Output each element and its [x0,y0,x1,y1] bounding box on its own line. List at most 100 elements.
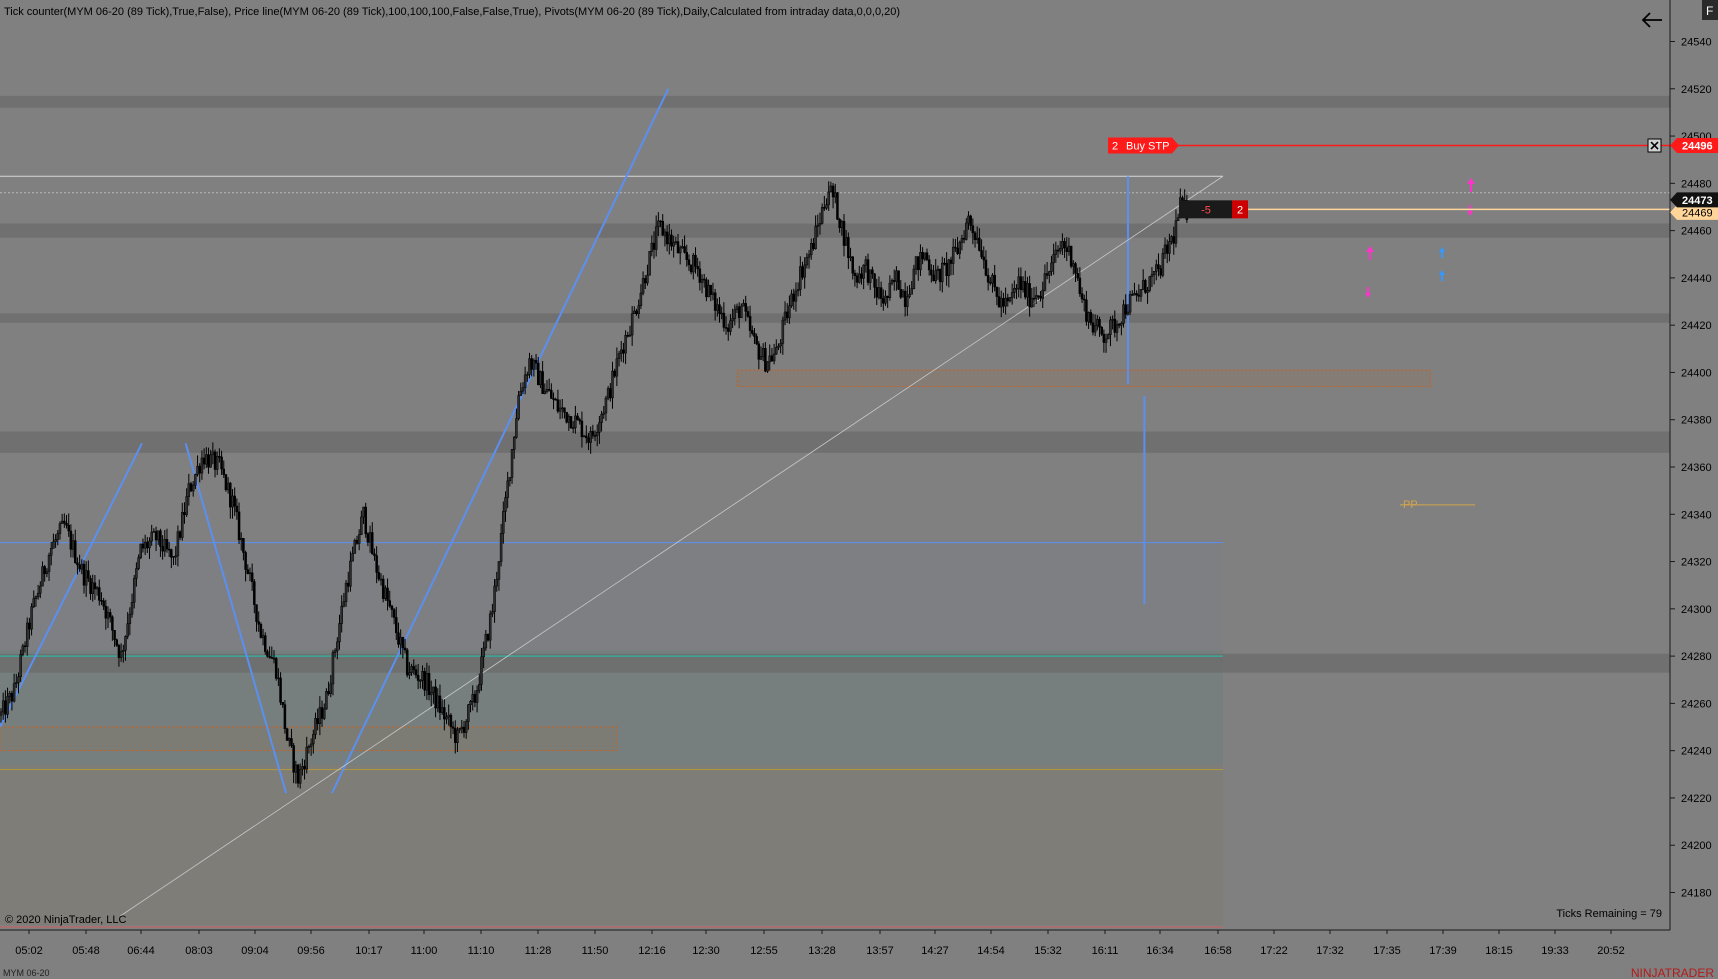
candle-body [344,582,348,602]
candle-body [547,388,551,391]
candle-body [1172,236,1176,244]
candle-body [325,691,328,710]
candle-body [713,292,717,311]
candle-body [78,564,81,570]
price-tick-label: 24480 [1681,178,1712,190]
candle-body [648,251,651,276]
candle-body [259,623,263,638]
candle-body [858,273,861,283]
candle-body [357,534,361,544]
candle-body [683,246,686,253]
time-tick-label: 10:17 [355,945,383,957]
time-tick-label: 09:56 [297,945,325,957]
candle-body [910,288,913,295]
candle-body [124,636,127,651]
candle-body [351,553,354,562]
candle-body [757,343,761,360]
candle-body [237,511,241,541]
candle-body [449,714,453,728]
candle-body [659,220,662,223]
candle-body [108,612,112,618]
candle-body [1028,283,1031,308]
price-tick-label: 24220 [1681,793,1712,805]
candle-body [1122,304,1125,324]
price-tick-label: 24360 [1681,462,1712,474]
candle-body [8,692,11,697]
order-tag[interactable]: 2 Buy STP [1108,137,1179,154]
candle-body [67,524,70,532]
candle-body [759,356,763,360]
price-chart[interactable]: PP 2 Buy STP -5 2 2454024520245002448024… [0,0,1718,979]
candle-body [1010,292,1014,298]
candle-body [495,579,499,587]
time-tick-label: 12:55 [750,945,778,957]
candle-body [473,694,477,703]
back-arrow-icon[interactable] [1640,8,1662,30]
candle-body [181,512,184,538]
candle-body [235,505,239,513]
candle-body [277,677,280,680]
candle-body [530,358,533,370]
candle-body [834,192,837,198]
candle-body [95,587,99,590]
candle-body [908,293,911,297]
time-tick-label: 11:28 [525,945,552,957]
candle-body [1019,276,1023,290]
candle-body [1096,319,1099,326]
candle-body [823,207,826,209]
position-tag[interactable]: -5 2 [1180,200,1248,219]
candle-body [820,207,824,224]
float-button[interactable]: F [1702,0,1718,20]
candle-body [1176,217,1180,221]
candle-body [1026,283,1029,298]
candle-body [707,284,710,298]
candle-body [558,407,562,412]
candle-body [438,695,442,713]
candle-body [1098,319,1101,328]
candle-body [451,726,455,729]
candle-body [187,483,191,497]
candle-body [788,305,791,319]
candle-body [167,548,171,551]
candle-body [917,256,920,271]
candle-body [373,553,376,556]
candle-body [1054,249,1058,255]
candle-body [619,349,623,354]
candle-body [694,254,697,267]
candle-body [1128,294,1132,313]
candle-body [849,256,852,259]
candle-body [1091,322,1095,333]
candle-body [163,539,167,552]
candle-body [602,412,606,415]
candle-body [1120,322,1123,326]
candle-body [255,604,258,622]
candle-body [803,264,806,278]
order-cancel-button[interactable] [1647,138,1662,153]
candle-body [526,374,529,376]
candle-body [622,349,625,354]
candle-body [377,572,381,580]
candle-body [427,673,431,696]
candle-body [595,432,599,436]
candle-body [1107,334,1110,340]
candle-body [320,707,324,719]
instrument-tab[interactable]: MYM 06-20 [3,968,50,978]
candle-body [288,738,291,741]
candle-body [726,327,730,332]
candle-body [209,454,212,468]
candle-body [729,320,732,332]
candle-body [663,231,667,236]
candle-body [497,561,501,580]
candle-body [665,231,669,245]
candle-body [807,254,811,258]
candle-body [336,641,339,652]
candle-body [598,422,601,433]
candle-body [371,532,374,555]
candle-body [956,247,959,254]
candle-body [270,657,274,659]
candle-body [4,700,7,715]
candle-body [268,656,271,658]
candle-body [423,671,426,691]
candle-body [47,554,51,572]
candle-body [1078,277,1082,294]
